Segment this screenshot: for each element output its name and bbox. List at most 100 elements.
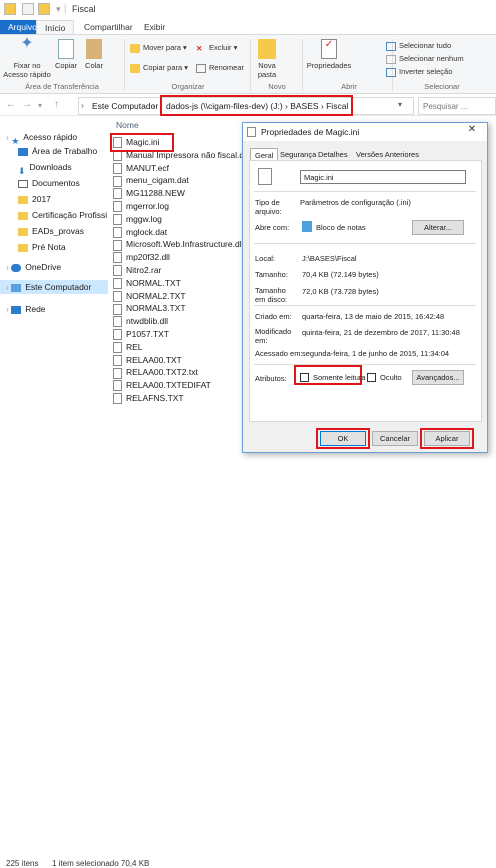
properties-label: Propriedades (306, 61, 352, 70)
copy-button[interactable]: Copiar (52, 39, 80, 70)
recent-dropdown-icon[interactable]: ▾ (38, 101, 42, 110)
hidden-label[interactable]: Oculto (380, 373, 402, 382)
pin-icon: ✦ (20, 35, 34, 52)
file-name: ntwdblib.dll (126, 316, 169, 327)
file-name: MG11288.NEW (126, 188, 185, 199)
filename-field[interactable]: Magic.ini (300, 170, 466, 184)
paste-button[interactable]: Colar (82, 39, 106, 70)
apply-button[interactable]: Aplicar (424, 431, 470, 446)
hidden-checkbox[interactable] (367, 373, 376, 382)
delete-button[interactable]: ✕ Excluir ▾ (196, 43, 237, 53)
cancel-button[interactable]: Cancelar (372, 431, 418, 446)
nav-label: Pré Nota (32, 242, 66, 252)
select-all-label: Selecionar tudo (399, 41, 452, 50)
window-title: Fiscal (72, 4, 96, 14)
file-icon (113, 175, 122, 187)
size-value: 70,4 KB (72.149 bytes) (302, 270, 379, 279)
modified-value: quinta-feira, 21 de dezembro de 2017, 11… (302, 328, 460, 337)
rename-label: Renomear (209, 63, 245, 72)
nav-item-quick-access[interactable]: › ★ Acesso rápido (0, 130, 108, 146)
address-dropdown-icon[interactable]: ▾ (398, 100, 402, 109)
group-clipboard: Área de Transferência (25, 82, 99, 91)
file-name: menu_cigam.dat (126, 175, 189, 186)
up-icon[interactable]: ↑ (54, 99, 59, 110)
opens-with-value: Bloco de notas (316, 223, 366, 232)
computer-icon (11, 283, 22, 292)
nav-item-this-pc[interactable]: › Este Computador (0, 280, 108, 294)
tab-compartilhar[interactable]: Compartilhar (76, 20, 141, 34)
delete-label: Excluir ▾ (209, 43, 238, 52)
file-icon (113, 239, 122, 251)
nav-item-2017[interactable]: 2017 (0, 192, 108, 206)
separator-icon: | (64, 3, 67, 13)
nav-item-documents[interactable]: Documentos (0, 176, 108, 190)
nav-item-pre-nota[interactable]: Pré Nota (0, 240, 108, 254)
paste-icon (86, 39, 102, 59)
chevron-down-icon[interactable]: ▾ (56, 4, 61, 15)
nav-item-certificacao[interactable]: Certificação Profissi (0, 208, 108, 222)
nav-item-network[interactable]: › Rede (0, 302, 108, 316)
network-icon (11, 305, 22, 314)
file-name: P1057.TXT (126, 329, 169, 339)
file-icon (113, 380, 122, 392)
select-none-button[interactable]: Selecionar nenhum (386, 54, 464, 64)
advanced-button[interactable]: Avançados... (412, 370, 464, 385)
folder-icon (18, 243, 28, 252)
breadcrumb-root[interactable]: Este Computador (92, 101, 158, 111)
file-icon (113, 342, 122, 354)
readonly-checkbox[interactable] (300, 373, 309, 382)
properties-quick-icon[interactable] (22, 3, 34, 15)
change-button[interactable]: Alterar... (412, 220, 464, 235)
select-all-button[interactable]: Selecionar tudo (386, 41, 451, 51)
ribbon: ✦ Fixar no Acesso rápido Copiar Colar Ár… (0, 34, 496, 94)
accessed-label: Acessado em: (255, 349, 303, 358)
copy-to-button[interactable]: Copiar para ▾ (130, 63, 188, 73)
group-open: Abrir (341, 82, 357, 91)
file-name: NORMAL.TXT (126, 277, 181, 288)
rename-icon (196, 63, 206, 73)
file-icon (113, 393, 122, 405)
back-icon[interactable]: ← (6, 99, 16, 110)
tab-exibir[interactable]: Exibir (136, 20, 173, 34)
notepad-icon (302, 221, 312, 232)
file-name: NORMAL2.TXT (126, 290, 186, 301)
nav-item-eads[interactable]: EADs_provas (0, 224, 108, 238)
file-name: mp20f32.dll (126, 252, 170, 263)
folder-icon (18, 227, 28, 236)
file-name: REL (126, 341, 143, 352)
folder-icon (18, 211, 28, 220)
properties-icon: ✓ (321, 39, 337, 59)
ok-button[interactable]: OK (320, 431, 366, 446)
tab-inicio[interactable]: Início (36, 20, 75, 34)
file-highlight (110, 133, 174, 152)
nav-label: Este Computador (25, 282, 92, 292)
pin-button[interactable]: ✦ Fixar no Acesso rápido (2, 35, 52, 80)
star-icon: ★ (11, 135, 20, 146)
new-folder-quick-icon[interactable] (38, 3, 50, 15)
delete-icon: ✕ (196, 43, 203, 53)
readonly-label[interactable]: Somente leitura (313, 373, 366, 382)
forward-icon[interactable]: → (22, 99, 32, 110)
file-icon (258, 168, 272, 185)
list-item[interactable]: RELAFNS.TXT (113, 391, 184, 405)
invert-selection-button[interactable]: Inverter seleção (386, 67, 452, 77)
chevron-right-icon: › (152, 100, 155, 110)
type-value: Parâmetros de configuração (.ini) (300, 198, 411, 207)
copy-to-icon (130, 63, 140, 73)
file-icon (113, 265, 122, 277)
rename-button[interactable]: Renomear (196, 63, 244, 73)
close-icon[interactable]: ✕ (458, 124, 486, 138)
new-folder-button[interactable]: Nova pasta (254, 39, 280, 79)
documents-icon (18, 179, 28, 188)
move-to-button[interactable]: Mover para ▾ (130, 43, 187, 53)
nav-item-onedrive[interactable]: › OneDrive (0, 260, 108, 274)
divider (254, 243, 476, 244)
nav-item-downloads[interactable]: ⬇ Downloads (0, 160, 108, 176)
folder-icon (18, 195, 28, 204)
nav-label: Downloads (29, 162, 72, 172)
column-header-name[interactable]: Nome (116, 120, 139, 130)
file-icon (113, 226, 122, 238)
search-input[interactable]: Pesquisar ... (418, 97, 496, 115)
nav-item-desktop[interactable]: Área de Trabalho (0, 144, 108, 158)
properties-button[interactable]: ✓ Propriedades (306, 39, 352, 70)
